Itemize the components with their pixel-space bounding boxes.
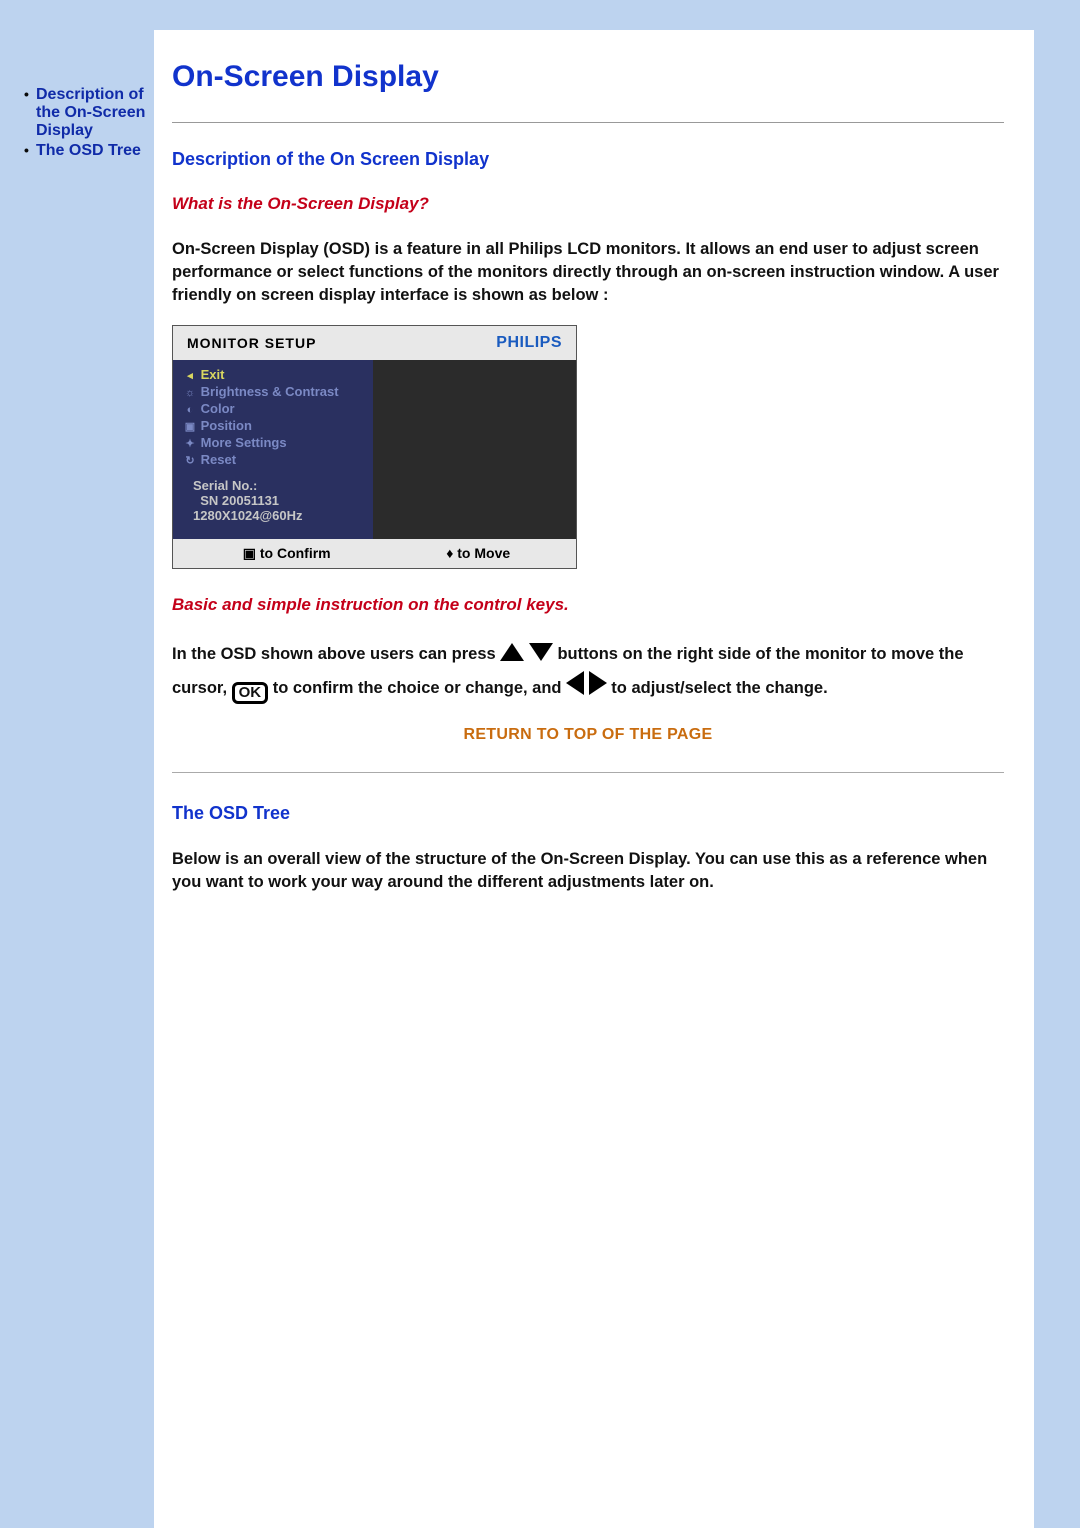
updown-icon: ♦ [446, 545, 453, 561]
settings-icon: ✦ [183, 437, 197, 450]
sidebar-link-description[interactable]: Description of the On-Screen Display [36, 86, 145, 139]
reset-icon: ↻ [183, 454, 197, 467]
divider-top [172, 122, 1004, 123]
basic-instruction-heading: Basic and simple instruction on the cont… [172, 595, 1004, 615]
palette-icon: ◐ [183, 404, 197, 416]
osd-menu-more: ✦ More Settings [183, 434, 373, 451]
page-title: On-Screen Display [172, 60, 1004, 94]
section2-body: Below is an overall view of the structur… [172, 848, 1004, 894]
content-panel: On-Screen Display Description of the On … [154, 30, 1034, 1528]
osd-preview-pane [373, 360, 576, 539]
osd-menu-position: ▣ Position [183, 417, 373, 434]
instruction-paragraph: In the OSD shown above users can press b… [172, 639, 1004, 704]
divider-section [172, 772, 1004, 773]
osd-resolution: 1280X1024@60Hz [193, 508, 373, 523]
ok-button-icon: OK [232, 682, 269, 704]
sidebar-item-osd-tree[interactable]: The OSD Tree [24, 142, 154, 160]
sidebar-item-description[interactable]: Description of the On-Screen Display [24, 86, 154, 140]
arrow-left-icon [566, 671, 584, 695]
osd-menu: ◂ Exit ☼ Brightness & Contrast ◐ Color ▣… [173, 360, 373, 539]
page-root: Description of the On-Screen Display The… [0, 0, 1080, 1528]
instr-text-3: to confirm the choice or change, and [273, 679, 566, 697]
osd-foot-move: ♦ to Move [442, 545, 510, 562]
osd-header: MONITOR SETUP PHILIPS [173, 326, 576, 360]
instr-text-4: to adjust/select the change. [611, 679, 827, 697]
osd-menu-exit: ◂ Exit [183, 366, 373, 383]
osd-footer: ▣ to Confirm ♦ to Move [173, 539, 576, 568]
osd-body: ◂ Exit ☼ Brightness & Contrast ◐ Color ▣… [173, 360, 576, 539]
osd-title: MONITOR SETUP [187, 335, 316, 351]
return-to-top[interactable]: RETURN TO TOP OF THE PAGE [172, 726, 1004, 744]
section2-heading: The OSD Tree [172, 803, 1004, 824]
arrow-down-icon [529, 643, 553, 661]
osd-brand-logo: PHILIPS [496, 334, 562, 352]
osd-menu-brightness: ☼ Brightness & Contrast [183, 383, 373, 400]
arrow-right-icon [589, 671, 607, 695]
position-icon: ▣ [183, 420, 197, 433]
osd-serial-value: SN 20051131 [193, 493, 373, 508]
osd-info-block: Serial No.: SN 20051131 1280X1024@60Hz [183, 468, 373, 527]
back-icon: ◂ [183, 369, 197, 382]
section1-heading: Description of the On Screen Display [172, 149, 1004, 170]
sidebar-link-osd-tree[interactable]: The OSD Tree [36, 142, 141, 159]
sun-icon: ☼ [183, 387, 197, 399]
osd-screenshot: MONITOR SETUP PHILIPS ◂ Exit ☼ Brightnes… [172, 325, 577, 569]
return-to-top-link[interactable]: RETURN TO TOP OF THE PAGE [463, 726, 712, 743]
osd-menu-reset: ↻ Reset [183, 451, 373, 468]
arrow-up-icon [500, 643, 524, 661]
osd-serial-label: Serial No.: [193, 478, 373, 493]
instr-text-1: In the OSD shown above users can press [172, 645, 500, 663]
osd-foot-confirm: ▣ to Confirm [239, 545, 331, 562]
ok-icon: ▣ [243, 545, 256, 561]
section1-intro: On-Screen Display (OSD) is a feature in … [172, 238, 1004, 307]
section1-question: What is the On-Screen Display? [172, 194, 1004, 214]
sidebar-nav: Description of the On-Screen Display The… [24, 30, 154, 1528]
osd-menu-color: ◐ Color [183, 400, 373, 417]
